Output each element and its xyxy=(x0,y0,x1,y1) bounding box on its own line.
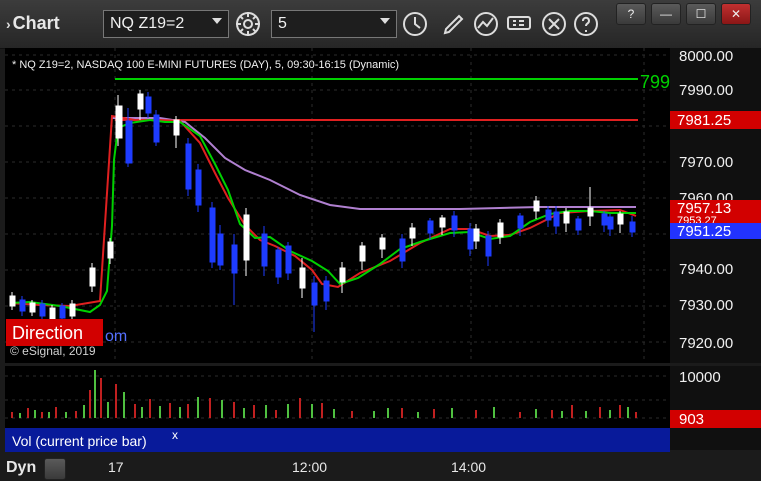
direction-label: Direction xyxy=(12,323,83,343)
volume-pane-label: Vol (current price bar) xyxy=(12,433,147,449)
study-icon[interactable] xyxy=(472,10,500,38)
price-axis-label: 7920.00 xyxy=(679,335,733,352)
chart-toolbar: › Chart NQ Z19=2 5 ? — ☐ ✕ xyxy=(0,0,761,49)
price-tag-red-label: 7981.25 xyxy=(677,112,731,129)
price-axis-label: 7940.00 xyxy=(679,261,733,278)
dyn-label: Dyn xyxy=(6,459,37,476)
price-axis-label: 7970.00 xyxy=(679,154,733,171)
get-data-icon[interactable] xyxy=(505,10,533,38)
help-window-button[interactable]: ? xyxy=(616,3,646,25)
close-pane-icon[interactable]: x xyxy=(172,428,178,442)
clock-icon[interactable] xyxy=(401,10,429,38)
time-label: 12:00 xyxy=(292,459,328,475)
close-icon: ✕ xyxy=(730,7,742,21)
interval-dropdown[interactable]: 5 xyxy=(271,10,397,38)
chart-title-text: Chart xyxy=(12,13,60,33)
symbol-value: NQ Z19=2 xyxy=(110,15,185,32)
symbol-dropdown[interactable]: NQ Z19=2 xyxy=(103,10,229,38)
chevron-down-icon xyxy=(380,18,390,24)
green-level-label: 799 xyxy=(640,72,670,92)
minimize-icon: — xyxy=(660,7,672,21)
price-axis-label: 8000.00 xyxy=(679,48,733,65)
price-axis-label: 7990.00 xyxy=(679,82,733,99)
close-circle-icon[interactable] xyxy=(540,10,568,38)
volume-axis-label: 10000 xyxy=(679,369,721,386)
maximize-icon: ☐ xyxy=(695,7,707,21)
dynamic-icon[interactable] xyxy=(44,458,66,480)
minimize-button[interactable]: — xyxy=(651,3,681,25)
time-label: 17 xyxy=(108,459,124,475)
copyright-label: © eSignal, 2019 xyxy=(10,344,96,358)
interval-value: 5 xyxy=(278,15,287,32)
volume-tag-label: 903 xyxy=(679,411,704,428)
price-tag-blue-label: 7951.25 xyxy=(677,223,731,240)
chart-svg: * NQ Z19=2, NASDAQ 100 E-MINI FUTURES (D… xyxy=(5,48,761,452)
title-chevron-icon: › xyxy=(6,16,11,32)
pencil-icon[interactable] xyxy=(440,10,468,38)
time-axis: Dyn 17 12:00 14:00 xyxy=(0,456,761,481)
maximize-button[interactable]: ☐ xyxy=(686,3,716,25)
chevron-down-icon xyxy=(212,18,222,24)
help-window-label: ? xyxy=(627,7,635,21)
settings-gear-icon[interactable] xyxy=(234,10,262,38)
help-icon[interactable] xyxy=(572,10,600,38)
price-pane-header: * NQ Z19=2, NASDAQ 100 E-MINI FUTURES (D… xyxy=(12,59,399,71)
close-button[interactable]: ✕ xyxy=(721,3,751,25)
direction-suffix: om xyxy=(105,328,127,345)
chart-window: › Chart NQ Z19=2 5 ? — ☐ ✕ * NQ Z19=2, N… xyxy=(0,0,761,481)
price-axis-label: 7930.00 xyxy=(679,297,733,314)
time-label: 14:00 xyxy=(451,459,487,475)
chart-title: › Chart xyxy=(6,13,60,34)
